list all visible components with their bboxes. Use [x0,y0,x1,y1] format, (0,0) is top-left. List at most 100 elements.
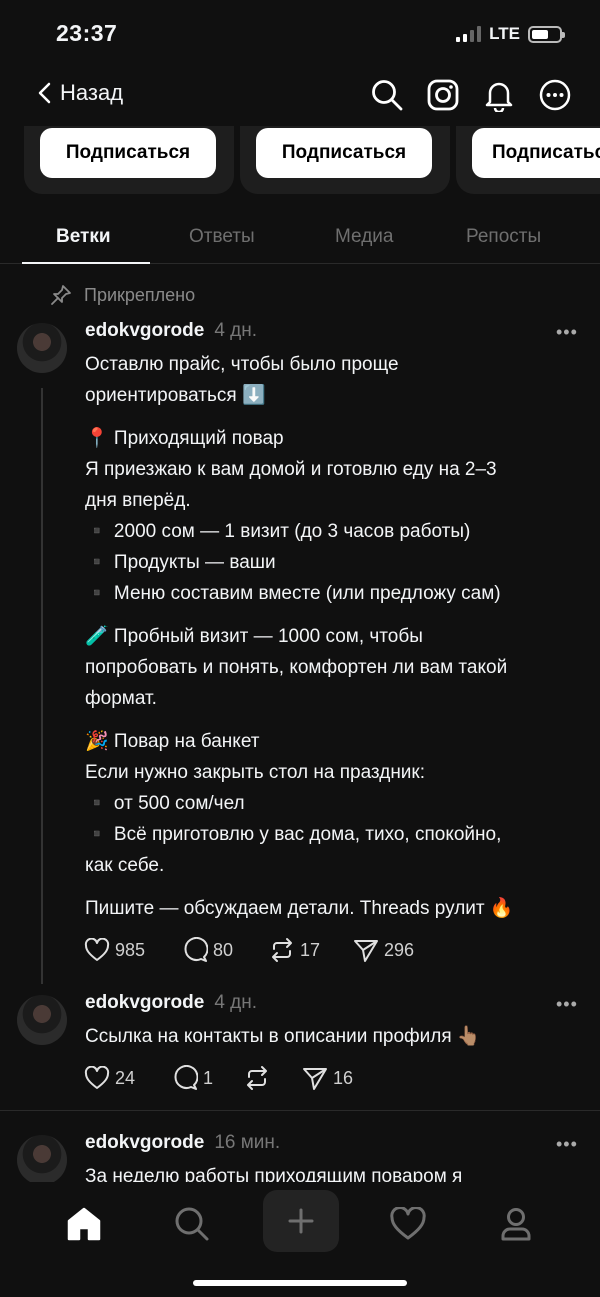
follow-button[interactable]: Подписаться [256,128,432,178]
bell-icon[interactable] [482,78,516,112]
back-button[interactable]: Назад [36,80,123,106]
comment-icon [184,937,208,962]
activity-tab[interactable] [378,1202,438,1246]
suggested-profiles-strip: Подписаться Подписаться Подписаться [0,126,600,196]
search-tab[interactable] [162,1202,222,1246]
post-line: Если нужно закрыть стол на праздник: [85,762,426,783]
send-icon [303,1068,327,1090]
post-line: ▪️ Всё приготовлю у вас дома, тихо, спок… [85,824,502,845]
share-button[interactable]: 296 [353,937,414,963]
nav-actions [370,78,572,112]
status-time: 23:37 [56,20,118,46]
profile-tab[interactable] [486,1202,546,1246]
repost-icon [247,1066,267,1090]
create-post-button[interactable] [263,1190,339,1252]
heart-icon [390,1207,426,1240]
username[interactable]: edokvgorode [85,1132,204,1154]
reply-count: 1 [203,1067,214,1088]
like-button[interactable]: 24 [84,1066,172,1090]
post-line: За неделю работы приходящим поваром я [85,1166,463,1182]
repost-button[interactable] [244,1065,302,1091]
suggested-profile-card: Подписаться [240,126,450,194]
share-button[interactable]: 16 [302,1065,353,1091]
post-line: дня вперёд. [85,490,191,511]
share-count: 16 [333,1067,354,1088]
tab-replies[interactable]: Ответы [189,226,255,248]
post-line: как себе. [85,855,165,876]
active-tab-indicator [22,262,150,264]
post-line: Пишите — обсуждаем детали. Threads рулит… [85,898,514,919]
status-indicators: LTE [456,24,565,44]
person-icon [501,1208,531,1241]
post-time: 4 дн. [214,992,258,1013]
follow-button[interactable]: Подписаться [472,128,600,178]
post-actions: 24 1 16 [84,1065,353,1091]
post-line: Оставлю прайс, чтобы было проще [85,354,399,375]
username[interactable]: edokvgorode [85,320,204,342]
post-partial: edokvgorode 16 мин. ••• За неделю работы… [0,1111,600,1182]
pinned-label: Прикреплено [50,284,195,306]
post-line: формат. [85,688,157,709]
post-line: ▪️ от 500 сом/чел [85,793,245,814]
more-options-icon[interactable] [538,78,572,112]
share-count: 296 [384,939,415,960]
post-more-icon[interactable]: ••• [556,1134,578,1155]
post-header: edokvgorode 16 мин. [85,1132,280,1154]
suggested-profile-card: Подписаться [456,126,600,194]
follow-button[interactable]: Подписаться [40,128,216,178]
post-body: Оставлю прайс, чтобы было проще ориентир… [85,349,585,924]
avatar[interactable] [17,1135,67,1182]
post-actions: 985 80 17 296 [84,937,414,963]
post-line: 🎉 Повар на банкет [85,731,260,752]
chevron-left-icon [38,82,51,104]
repost-button[interactable]: 17 [269,937,353,963]
repost-icon [272,938,292,962]
reply-button[interactable]: 1 [172,1065,244,1091]
home-indicator [193,1280,407,1286]
post-time: 4 дн. [214,320,258,341]
reply-count: 80 [213,939,234,960]
reply-button[interactable]: 80 [182,937,269,963]
tab-media[interactable]: Медиа [335,226,393,248]
avatar[interactable] [17,995,67,1045]
post-more-icon[interactable]: ••• [556,322,578,343]
like-count: 985 [115,939,146,960]
tab-threads[interactable]: Ветки [56,226,111,248]
comment-icon [174,1065,198,1090]
post-time: 16 мин. [214,1132,281,1153]
post-line: 🧪 Пробный визит — 1000 сом, чтобы [85,626,423,647]
bottom-navigation [0,1182,600,1297]
battery-icon [528,25,565,43]
post-line: ориентироваться ⬇️ [85,385,266,406]
search-icon[interactable] [370,78,404,112]
instagram-icon[interactable] [426,78,460,112]
home-tab[interactable] [54,1202,114,1246]
post-line: попробовать и понять, комфортен ли вам т… [85,657,508,678]
profile-tabs: Ветки Ответы Медиа Репосты [0,218,600,264]
pinned-text: Прикреплено [84,284,196,305]
like-button[interactable]: 985 [84,938,182,962]
post-line: ▪️ Продукты — ваши [85,552,276,573]
network-type: LTE [489,24,520,43]
send-icon [354,940,378,962]
post-line: Я приезжаю к вам домой и готовлю еду на … [85,459,497,480]
post-line: Ссылка на контакты в описании профиля 👆🏽 [85,1026,481,1047]
avatar[interactable] [17,323,67,373]
signal-icon [456,26,482,42]
thread-line [41,388,43,984]
like-count: 24 [115,1067,136,1088]
heart-icon [84,1066,110,1089]
username[interactable]: edokvgorode [85,992,204,1014]
post-more-icon[interactable]: ••• [556,994,578,1015]
tab-reposts[interactable]: Репосты [466,226,541,248]
post-line: ▪️ 2000 сом — 1 визит (до 3 часов работы… [85,521,471,542]
suggested-profile-card: Подписаться [24,126,234,194]
pin-icon [51,285,71,305]
repost-count: 17 [300,939,321,960]
post-body: За неделю работы приходящим поваром я [85,1161,585,1182]
search-icon [175,1207,209,1241]
heart-icon [84,938,110,961]
post-line: 📍 Приходящий повар [85,428,284,449]
post-body: Ссылка на контакты в описании профиля 👆🏽 [85,1021,585,1052]
post-header: edokvgorode 4 дн. [85,320,257,342]
